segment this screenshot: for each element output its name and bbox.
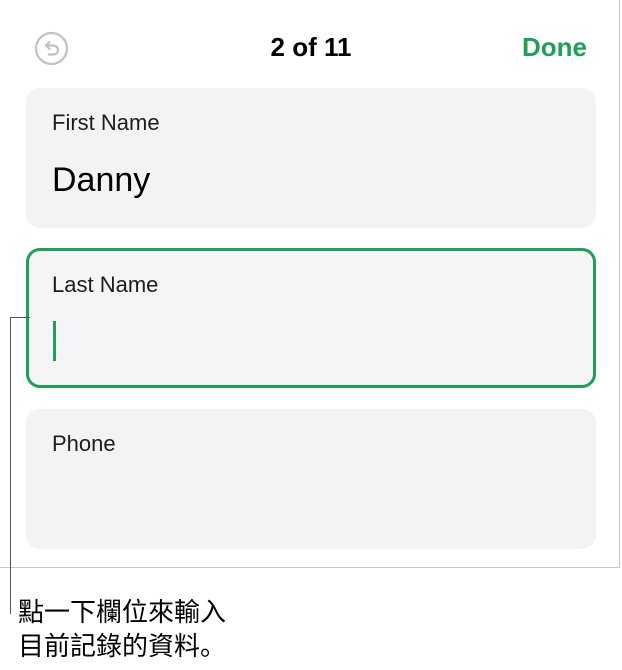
phone-label: Phone — [52, 431, 116, 456]
caption-line-1: 點一下欄位來輸入 — [18, 598, 227, 628]
caption-line-2: 目前記錄的資料。 — [18, 632, 227, 662]
done-button[interactable]: Done — [522, 32, 587, 63]
first-name-value[interactable]: Danny — [52, 161, 150, 200]
first-name-field[interactable]: First Name Danny — [26, 88, 596, 228]
phone-field[interactable]: Phone — [26, 409, 596, 549]
text-cursor — [53, 321, 56, 361]
record-editor: 2 of 11 Done First Name Danny Last Name … — [0, 0, 620, 568]
first-name-label: First Name — [52, 110, 160, 135]
last-name-label: Last Name — [52, 272, 159, 297]
callout-line-horizontal — [10, 317, 30, 318]
callout-caption: 點一下欄位來輸入 目前記錄的資料。 — [18, 596, 226, 664]
callout-line-vertical — [10, 317, 11, 614]
last-name-field[interactable]: Last Name — [26, 248, 596, 388]
